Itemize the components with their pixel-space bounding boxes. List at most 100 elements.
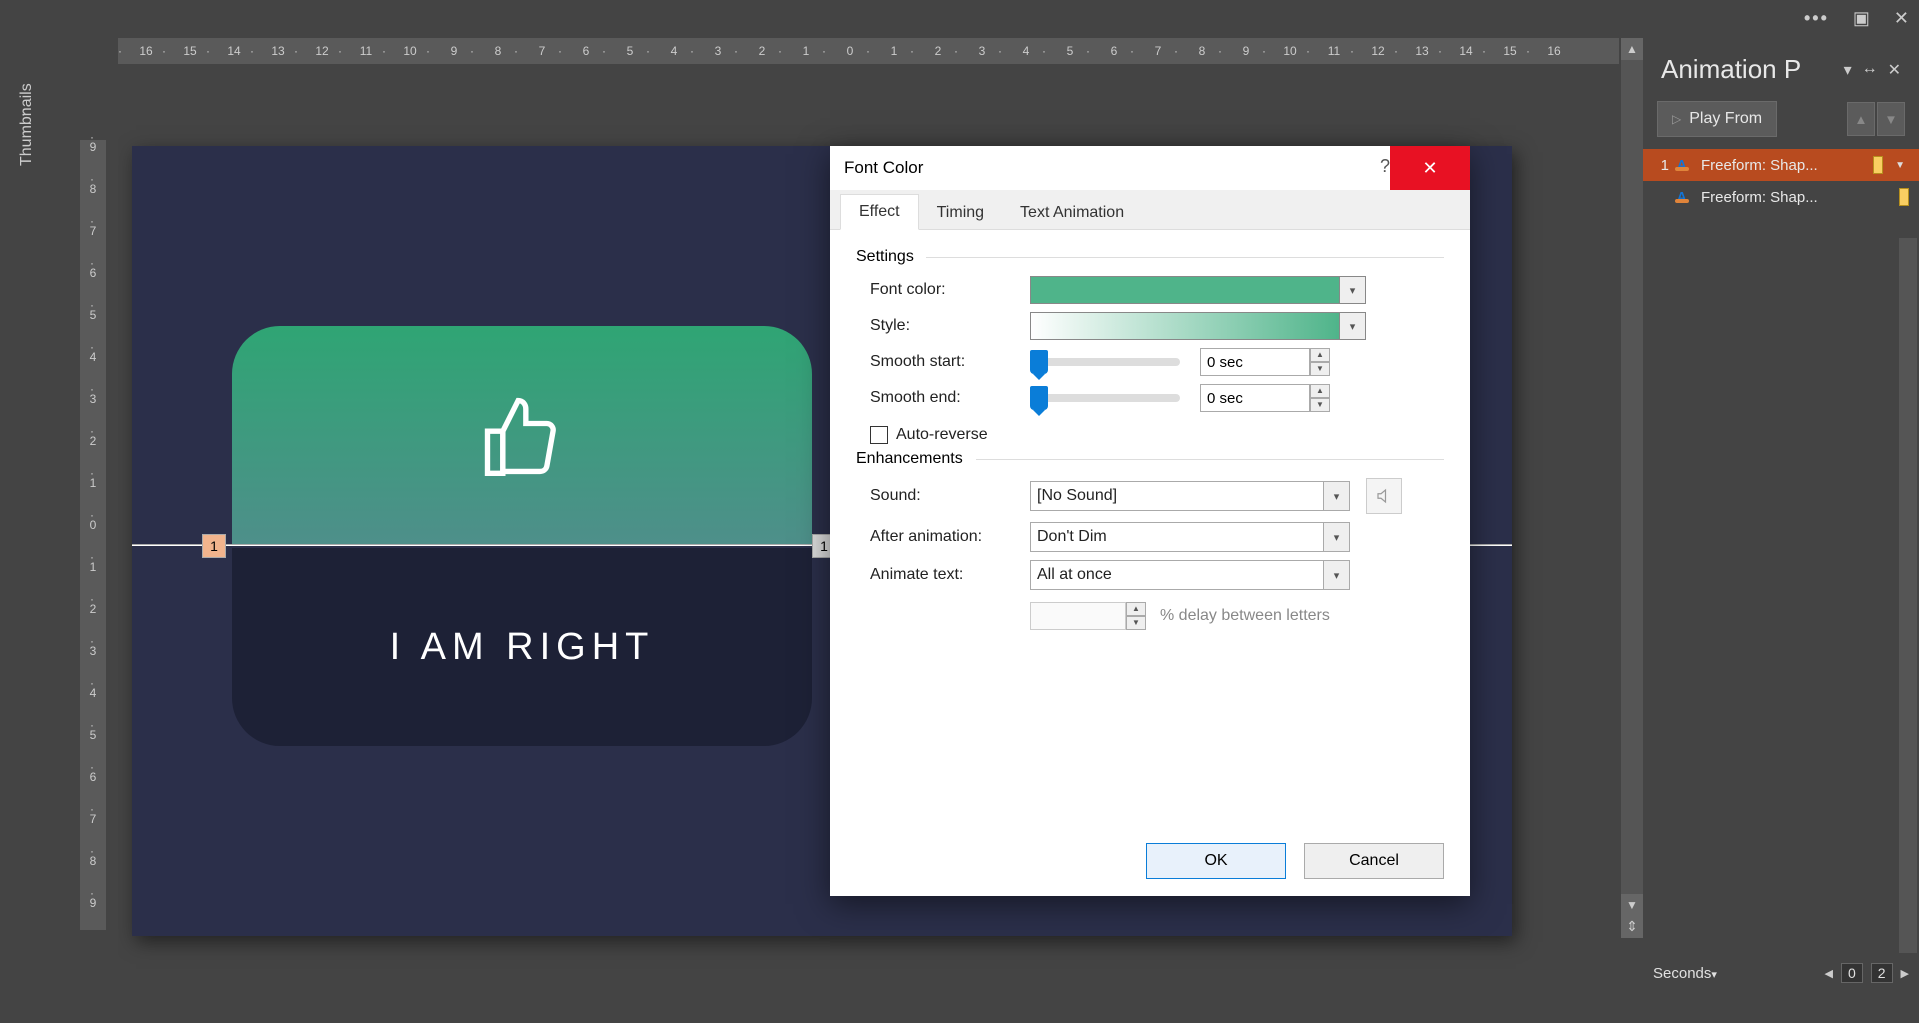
smooth-start-slider[interactable] <box>1030 358 1180 366</box>
play-controls: ▷ Play From ▲ ▼ <box>1643 95 1919 143</box>
font-color-dropdown[interactable]: ▾ <box>1340 276 1366 304</box>
smooth-end-spinner[interactable]: ▲▼ <box>1200 384 1330 412</box>
spin-up: ▲ <box>1126 602 1146 616</box>
slider-thumb[interactable] <box>1030 350 1048 374</box>
animation-pane-title: Animation P <box>1661 54 1801 85</box>
animation-item[interactable]: Freeform: Shap... <box>1643 181 1919 213</box>
animation-pane-header: Animation P ▾ ↔ ✕ <box>1643 38 1919 95</box>
card-text: I AM RIGHT <box>390 626 655 669</box>
animate-text-combo[interactable]: All at once ▾ <box>1030 560 1350 590</box>
seconds-label[interactable]: Seconds▾ <box>1653 965 1717 982</box>
card-bottom: I AM RIGHT <box>232 548 812 746</box>
sound-combo[interactable]: [No Sound] ▾ <box>1030 481 1350 511</box>
sound-preview-button[interactable] <box>1366 478 1402 514</box>
smooth-end-input[interactable] <box>1200 384 1310 412</box>
chevron-down-icon[interactable]: ▾ <box>1323 523 1349 551</box>
card-top <box>232 326 812 544</box>
animate-text-row: Animate text: All at once ▾ <box>870 560 1444 590</box>
tab-text-animation[interactable]: Text Animation <box>1002 196 1142 230</box>
spin-up[interactable]: ▲ <box>1310 348 1330 362</box>
timing-bar[interactable] <box>1873 156 1883 174</box>
dialog-title: Font Color <box>844 158 923 178</box>
smooth-end-row: Smooth end: ▲▼ <box>870 384 1444 412</box>
thumbnails-panel-collapsed[interactable]: › Thumbnails <box>0 36 56 1023</box>
after-animation-value: Don't Dim <box>1037 528 1107 546</box>
ruler-horizontal: 1615141312111098765432101234567891011121… <box>118 38 1619 64</box>
animate-text-label: Animate text: <box>870 566 1030 584</box>
auto-reverse-checkbox[interactable] <box>870 426 888 444</box>
emphasis-icon <box>1677 189 1693 205</box>
item-number: 1 <box>1657 157 1669 174</box>
help-icon[interactable]: ? <box>1380 156 1390 177</box>
move-down-button[interactable]: ▼ <box>1877 102 1905 136</box>
timeline-2: 2 <box>1871 963 1893 983</box>
smooth-start-label: Smooth start: <box>870 353 1030 371</box>
animation-pane: Animation P ▾ ↔ ✕ ▷ Play From ▲ ▼ 1 Free… <box>1643 38 1919 993</box>
timeline-right-icon[interactable]: ▶ <box>1901 967 1909 980</box>
timeline-left-icon[interactable]: ◀ <box>1824 967 1832 980</box>
scroll-nav[interactable]: ▼ ⇕ <box>1621 894 1643 938</box>
ribbon-display-icon[interactable]: ▣ <box>1853 8 1870 29</box>
delay-input <box>1030 602 1126 630</box>
vertical-scrollbar[interactable]: ▲ ▼ ⇕ <box>1621 38 1643 938</box>
pane-move-icon[interactable]: ↔ <box>1862 60 1878 80</box>
item-label: Freeform: Shap... <box>1701 189 1891 206</box>
spin-down[interactable]: ▼ <box>1310 398 1330 412</box>
auto-reverse-label: Auto-reverse <box>896 426 988 444</box>
thumbs-up-icon <box>476 389 568 481</box>
tab-effect[interactable]: Effect <box>840 194 919 230</box>
reorder-controls: ▲ ▼ <box>1847 102 1905 136</box>
sound-label: Sound: <box>870 487 1030 505</box>
close-icon[interactable]: ✕ <box>1894 8 1909 29</box>
animation-list: 1 Freeform: Shap... ▼ Freeform: Shap... <box>1643 149 1919 213</box>
chevron-down-icon[interactable]: ▼ <box>1891 160 1909 171</box>
pane-close-icon[interactable]: ✕ <box>1888 60 1901 80</box>
font-color-swatch[interactable] <box>1030 276 1340 304</box>
next-slide-icon[interactable]: ⇕ <box>1621 916 1643 938</box>
font-color-dialog: Font Color ? ✕ Effect Timing Text Animat… <box>830 146 1470 896</box>
dialog-close-button[interactable]: ✕ <box>1390 146 1470 190</box>
cancel-button[interactable]: Cancel <box>1304 843 1444 879</box>
style-swatch[interactable] <box>1030 312 1340 340</box>
style-dropdown[interactable]: ▾ <box>1340 312 1366 340</box>
spin-down: ▼ <box>1126 616 1146 630</box>
after-animation-combo[interactable]: Don't Dim ▾ <box>1030 522 1350 552</box>
delay-hint: % delay between letters <box>1160 607 1330 625</box>
smooth-start-spinner[interactable]: ▲▼ <box>1200 348 1330 376</box>
tab-timing[interactable]: Timing <box>919 196 1002 230</box>
animation-pane-scrollbar[interactable] <box>1899 238 1917 953</box>
spin-up[interactable]: ▲ <box>1310 384 1330 398</box>
slider-thumb[interactable] <box>1030 386 1048 410</box>
after-animation-label: After animation: <box>870 528 1030 546</box>
timeline-0: 0 <box>1841 963 1863 983</box>
sound-row: Sound: [No Sound] ▾ <box>870 478 1444 514</box>
ok-button[interactable]: OK <box>1146 843 1286 879</box>
dialog-tabs: Effect Timing Text Animation <box>830 190 1470 230</box>
smooth-end-slider[interactable] <box>1030 394 1180 402</box>
chevron-down-icon[interactable]: ▾ <box>1323 482 1349 510</box>
scroll-track[interactable] <box>1621 60 1643 894</box>
dialog-footer: OK Cancel <box>830 826 1470 896</box>
enhancements-section-label: Enhancements <box>856 450 1444 468</box>
auto-reverse-row[interactable]: Auto-reverse <box>870 426 1444 444</box>
animation-item[interactable]: 1 Freeform: Shap... ▼ <box>1643 149 1919 181</box>
window-titlebar: ••• ▣ ✕ <box>0 0 1919 36</box>
smooth-start-input[interactable] <box>1200 348 1310 376</box>
freeform-shape[interactable]: I AM RIGHT <box>232 326 812 746</box>
scroll-down-icon[interactable]: ▼ <box>1621 894 1643 916</box>
smooth-start-row: Smooth start: ▲▼ <box>870 348 1444 376</box>
scroll-up-icon[interactable]: ▲ <box>1621 38 1643 60</box>
dialog-body: Settings Font color: ▾ Style: ▾ Smooth s… <box>830 230 1470 826</box>
animation-marker-left[interactable]: 1 <box>202 534 226 558</box>
timing-bar[interactable] <box>1899 188 1909 206</box>
more-icon[interactable]: ••• <box>1804 8 1829 29</box>
play-from-button[interactable]: ▷ Play From <box>1657 101 1777 137</box>
ruler-vertical: 9876543210123456789 <box>80 140 106 930</box>
pane-options-icon[interactable]: ▾ <box>1844 60 1852 80</box>
chevron-down-icon[interactable]: ▾ <box>1323 561 1349 589</box>
dialog-titlebar[interactable]: Font Color ? ✕ <box>830 146 1470 190</box>
spin-down[interactable]: ▼ <box>1310 362 1330 376</box>
font-color-row: Font color: ▾ <box>870 276 1444 304</box>
speaker-icon <box>1375 487 1393 505</box>
move-up-button[interactable]: ▲ <box>1847 102 1875 136</box>
